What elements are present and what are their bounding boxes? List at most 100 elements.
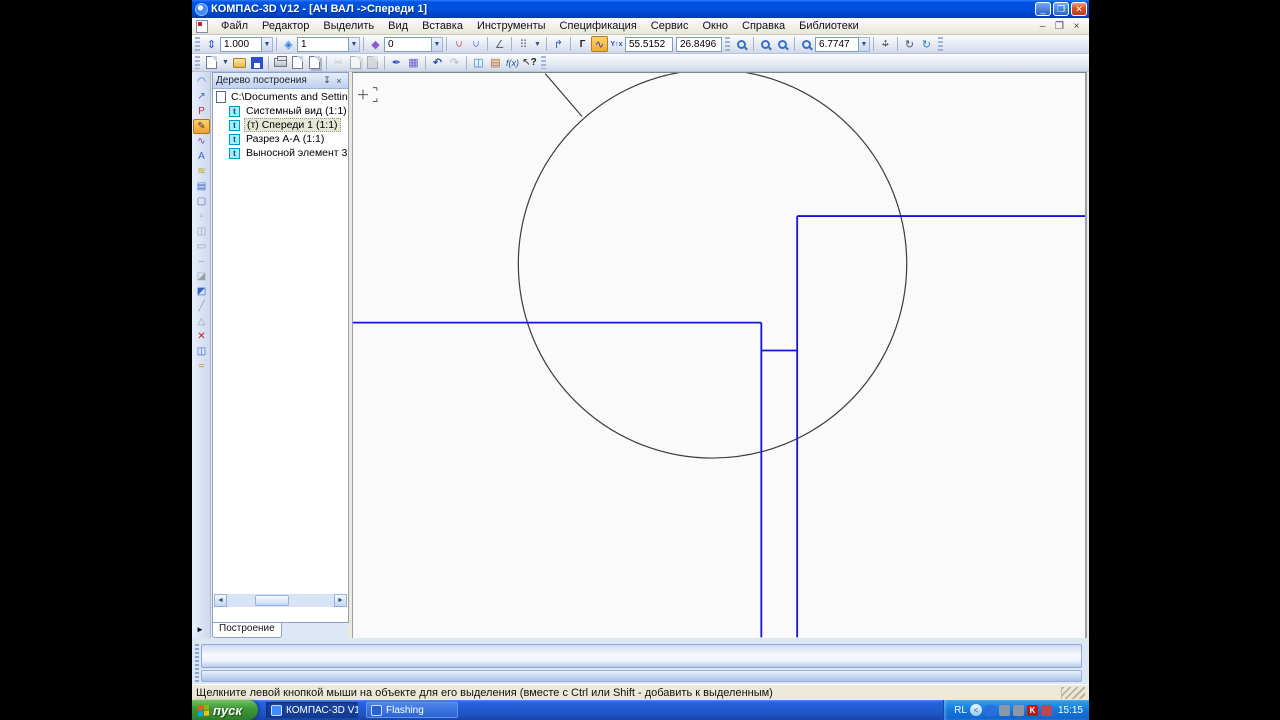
refresh-image-icon[interactable]: ↻	[901, 36, 918, 52]
copy-view-panel-icon[interactable]: ◫	[193, 224, 210, 239]
menu-item-10[interactable]: Библиотеки	[792, 19, 866, 33]
y-coordinate-input[interactable]	[676, 37, 722, 52]
task-button-0[interactable]: КОМПАС-3D V12 - [А...	[266, 702, 358, 718]
delete-panel-icon[interactable]: ✕	[193, 329, 210, 344]
drawing-canvas[interactable]	[352, 72, 1087, 638]
scale-dropdown[interactable]: ▼	[262, 37, 273, 52]
current-layer-icon[interactable]: ◈	[280, 36, 297, 52]
toolbar-grab-handle[interactable]	[725, 37, 730, 51]
tree-item-1[interactable]: t(т) Спереди 1 (1:1)	[213, 118, 348, 132]
ortho-mode-icon[interactable]: Г	[574, 36, 591, 52]
undo-button[interactable]: ↶	[429, 55, 446, 71]
tree-horizontal-scrollbar[interactable]: ◄ ►	[214, 594, 347, 607]
polyline-panel-icon[interactable]: △	[193, 314, 210, 329]
copies-panel-icon[interactable]: ◫	[193, 344, 210, 359]
layer-group-input[interactable]	[384, 37, 432, 52]
dimensions-panel-icon[interactable]: ↗	[193, 89, 210, 104]
scrollbar-thumb[interactable]	[255, 595, 289, 606]
copy-button[interactable]	[347, 55, 364, 71]
tree-item-2[interactable]: tРазрез А-А (1:1)	[213, 132, 348, 146]
menu-item-0[interactable]: Файл	[214, 19, 255, 33]
zoom-dropdown[interactable]: ▼	[859, 37, 870, 52]
snap-global-icon[interactable]: ∩	[450, 36, 467, 52]
toolbar-grab-handle[interactable]	[938, 37, 943, 51]
parametrization-panel-icon[interactable]: ∿	[193, 134, 210, 149]
menu-item-5[interactable]: Инструменты	[470, 19, 553, 33]
sheets-panel-icon[interactable]: ◪	[193, 269, 210, 284]
start-button[interactable]: пуск	[192, 700, 258, 720]
menu-item-9[interactable]: Справка	[735, 19, 792, 33]
property-bar-handle[interactable]	[195, 644, 199, 682]
print-preview-button[interactable]	[289, 55, 306, 71]
archive-tray-icon[interactable]	[1041, 705, 1052, 716]
menu-item-7[interactable]: Сервис	[644, 19, 696, 33]
menu-item-2[interactable]: Выделить	[316, 19, 381, 33]
tray-collapse-icon[interactable]: <	[970, 704, 982, 716]
fx-button[interactable]: f(x)	[504, 55, 521, 71]
insert-view-panel-icon[interactable]: ◩	[193, 284, 210, 299]
flat-panel-icon[interactable]: –	[193, 254, 210, 269]
menu-item-3[interactable]: Вид	[381, 19, 415, 33]
help-cursor-button[interactable]: ↖?	[521, 55, 538, 71]
zoom-select-icon[interactable]	[757, 36, 774, 52]
pan-icon[interactable]: ↔↕	[877, 36, 894, 52]
snap-local-icon[interactable]: ∩	[467, 36, 484, 52]
editing-panel-icon[interactable]: ✎	[193, 119, 210, 134]
save-button[interactable]	[248, 55, 265, 71]
calculator-button[interactable]: ▤	[487, 55, 504, 71]
scroll-right-icon[interactable]: ►	[334, 594, 347, 607]
zoom-rect-icon[interactable]	[733, 36, 750, 52]
window-view-panel-icon[interactable]: ▭	[193, 239, 210, 254]
mdi-minimize-icon[interactable]: –	[1036, 21, 1049, 32]
menu-item-8[interactable]: Окно	[695, 19, 735, 33]
menu-item-1[interactable]: Редактор	[255, 19, 316, 33]
roundoff-snap-icon[interactable]: ∿	[591, 36, 608, 52]
variables-button[interactable]: ◫	[470, 55, 487, 71]
format-brush-button[interactable]: ✒	[388, 55, 405, 71]
messenger-tray-icon[interactable]	[985, 705, 996, 716]
resize-grip[interactable]	[1061, 687, 1085, 699]
macro-panel-icon[interactable]: ≈	[193, 359, 210, 374]
tab-construction[interactable]: Построение	[212, 623, 282, 638]
close-icon[interactable]: ×	[333, 76, 345, 86]
zoom-in-icon[interactable]	[774, 36, 791, 52]
print-job-button[interactable]	[306, 55, 323, 71]
layer-group-icon[interactable]: ◆	[367, 36, 384, 52]
restore-button[interactable]: ❐	[1053, 2, 1069, 16]
pin-icon[interactable]: ↧	[321, 75, 333, 86]
rebuild-icon[interactable]: ↻	[918, 36, 935, 52]
properties-button[interactable]: ▦	[405, 55, 422, 71]
zoom-input[interactable]	[815, 37, 859, 52]
angle-snap-icon[interactable]: ∠	[491, 36, 508, 52]
paste-button[interactable]	[364, 55, 381, 71]
geometry-panel-icon[interactable]: ◠	[193, 74, 210, 89]
new-document-dropdown[interactable]: ▼	[220, 55, 231, 70]
toolbar-grab-handle[interactable]	[195, 56, 200, 70]
cut-button[interactable]: ✂	[330, 55, 347, 71]
local-axes-icon[interactable]: ↱	[550, 36, 567, 52]
scroll-left-icon[interactable]: ◄	[214, 594, 227, 607]
mdi-restore-icon[interactable]: ❐	[1053, 21, 1066, 32]
mdi-close-icon[interactable]: ×	[1070, 21, 1083, 32]
document-icon[interactable]	[196, 20, 208, 33]
close-button[interactable]: ✕	[1071, 2, 1087, 16]
current-scale-icon[interactable]: ⇕	[203, 36, 220, 52]
minimize-button[interactable]: _	[1035, 2, 1051, 16]
print-button[interactable]	[272, 55, 289, 71]
line-panel-icon[interactable]: ╱	[193, 299, 210, 314]
zoom-out-icon[interactable]	[798, 36, 815, 52]
redo-button[interactable]: ↷	[446, 55, 463, 71]
layer-input[interactable]	[297, 37, 349, 52]
grid-icon[interactable]: ⠿	[515, 36, 532, 52]
designations-panel-icon[interactable]: Р	[193, 104, 210, 119]
tree-item-0[interactable]: tСистемный вид (1:1)	[213, 104, 348, 118]
menu-item-6[interactable]: Спецификация	[553, 19, 644, 33]
network-1-tray-icon[interactable]	[999, 705, 1010, 716]
layer-dropdown[interactable]: ▼	[349, 37, 360, 52]
tree-header[interactable]: Дерево построения ↧ ×	[213, 73, 348, 89]
x-coordinate-input[interactable]	[625, 37, 673, 52]
open-button[interactable]	[231, 55, 248, 71]
scale-input[interactable]	[220, 37, 262, 52]
selection-panel-icon[interactable]: ≋	[193, 164, 210, 179]
tree-item-3[interactable]: tВыносной элемент 3 (4:1)	[213, 146, 348, 160]
